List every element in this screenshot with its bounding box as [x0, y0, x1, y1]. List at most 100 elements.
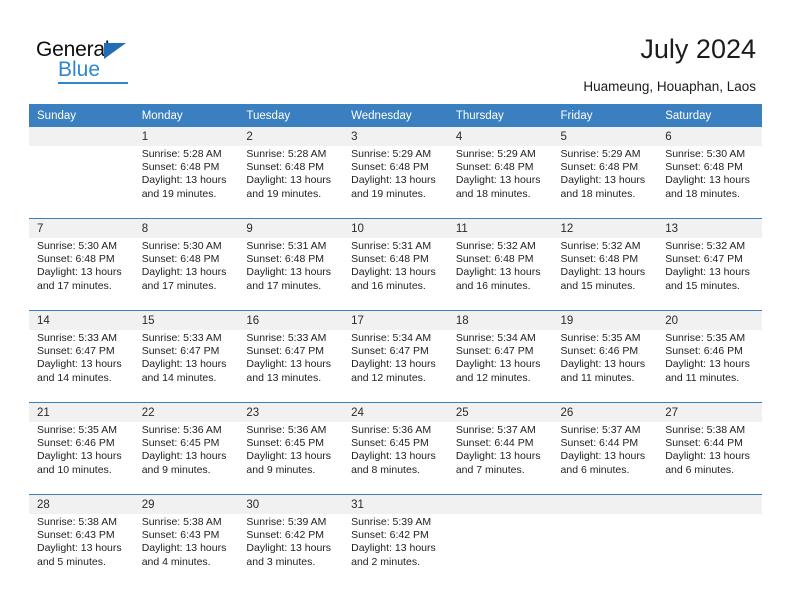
day-cell[interactable]: Sunrise: 5:38 AM Sunset: 6:43 PM Dayligh… [133, 514, 239, 586]
sunset-text: Sunset: 6:47 PM [665, 253, 743, 266]
day-cell[interactable]: Sunrise: 5:36 AM Sunset: 6:45 PM Dayligh… [133, 422, 239, 495]
day-cell[interactable] [29, 146, 134, 219]
day-cell[interactable]: Sunrise: 5:29 AM Sunset: 6:48 PM Dayligh… [447, 146, 553, 219]
calendar-body: 1 2 3 4 5 6 Sunrise: 5:28 AM Sunset: 6:4… [29, 127, 762, 586]
day-cell[interactable]: Sunrise: 5:30 AM Sunset: 6:48 PM Dayligh… [29, 238, 134, 311]
day-number[interactable] [447, 494, 553, 514]
day-number[interactable]: 19 [552, 310, 658, 330]
daylight-text-line1: Daylight: 13 hours [665, 174, 750, 187]
daylight-text-line1: Daylight: 13 hours [455, 174, 541, 187]
day-cell[interactable]: Sunrise: 5:36 AM Sunset: 6:45 PM Dayligh… [343, 422, 448, 495]
sunset-text: Sunset: 6:46 PM [665, 345, 743, 358]
day-number[interactable]: 1 [133, 127, 239, 146]
day-number[interactable]: 29 [133, 494, 239, 514]
triangle-icon [104, 43, 126, 59]
day-number[interactable]: 21 [29, 402, 134, 422]
day-number[interactable] [552, 494, 658, 514]
day-cell[interactable]: Sunrise: 5:32 AM Sunset: 6:48 PM Dayligh… [447, 238, 553, 311]
day-cell[interactable]: Sunrise: 5:36 AM Sunset: 6:45 PM Dayligh… [238, 422, 344, 495]
day-cell[interactable]: Sunrise: 5:33 AM Sunset: 6:47 PM Dayligh… [133, 330, 239, 403]
sunset-text: Sunset: 6:47 PM [455, 345, 534, 358]
day-cell[interactable]: Sunrise: 5:29 AM Sunset: 6:48 PM Dayligh… [343, 146, 448, 219]
day-number[interactable]: 23 [238, 402, 344, 422]
sunset-text: Sunset: 6:48 PM [246, 253, 325, 266]
day-number[interactable]: 8 [133, 218, 239, 238]
day-number[interactable]: 5 [552, 127, 658, 146]
day-number[interactable]: 7 [29, 218, 134, 238]
sunset-text: Sunset: 6:47 PM [246, 345, 325, 358]
day-cell[interactable]: Sunrise: 5:29 AM Sunset: 6:48 PM Dayligh… [552, 146, 658, 219]
day-number[interactable]: 3 [343, 127, 448, 146]
day-cell[interactable]: Sunrise: 5:30 AM Sunset: 6:48 PM Dayligh… [133, 238, 239, 311]
week-1-daynumber-row: 1 2 3 4 5 6 [29, 127, 762, 146]
day-number[interactable]: 27 [657, 402, 762, 422]
sunset-text: Sunset: 6:44 PM [665, 437, 743, 450]
day-cell[interactable]: Sunrise: 5:35 AM Sunset: 6:46 PM Dayligh… [552, 330, 658, 403]
sunrise-text: Sunrise: 5:33 AM [141, 332, 222, 344]
logo-underline [58, 82, 128, 84]
day-cell[interactable]: Sunrise: 5:37 AM Sunset: 6:44 PM Dayligh… [447, 422, 553, 495]
daylight-text-line1: Daylight: 13 hours [246, 542, 332, 555]
daylight-text-line2: and 6 minutes. [665, 463, 735, 476]
day-number[interactable]: 2 [238, 127, 344, 146]
day-number[interactable]: 20 [657, 310, 762, 330]
day-cell-empty [447, 514, 553, 586]
day-number[interactable]: 14 [29, 310, 134, 330]
day-number[interactable]: 30 [238, 494, 344, 514]
sunrise-text: Sunrise: 5:35 AM [37, 424, 117, 436]
day-number[interactable]: 12 [552, 218, 658, 238]
day-cell[interactable]: Sunrise: 5:35 AM Sunset: 6:46 PM Dayligh… [29, 422, 134, 495]
day-cell[interactable]: Sunrise: 5:38 AM Sunset: 6:43 PM Dayligh… [29, 514, 134, 586]
day-number[interactable]: 16 [238, 310, 344, 330]
sunrise-text: Sunrise: 5:31 AM [246, 240, 327, 252]
day-number[interactable]: 17 [343, 310, 448, 330]
day-number[interactable]: 9 [238, 218, 344, 238]
daylight-text-line1: Daylight: 13 hours [560, 266, 646, 279]
day-number[interactable]: 24 [343, 402, 448, 422]
day-number[interactable]: 10 [343, 218, 448, 238]
day-number[interactable]: 15 [133, 310, 239, 330]
sunset-text: Sunset: 6:48 PM [351, 161, 429, 174]
day-number[interactable]: 4 [447, 127, 553, 146]
daylight-text-line1: Daylight: 13 hours [351, 174, 436, 187]
day-cell[interactable]: Sunrise: 5:32 AM Sunset: 6:48 PM Dayligh… [552, 238, 658, 311]
sunset-text: Sunset: 6:48 PM [455, 253, 534, 266]
day-number[interactable]: 6 [657, 127, 762, 146]
day-number[interactable]: 22 [133, 402, 239, 422]
day-number[interactable]: 18 [447, 310, 553, 330]
weekday-header-row: Sunday Monday Tuesday Wednesday Thursday… [29, 104, 762, 127]
day-number[interactable]: 11 [447, 218, 553, 238]
daylight-text-line1: Daylight: 13 hours [37, 266, 122, 279]
day-number[interactable]: 13 [657, 218, 762, 238]
day-number[interactable]: 28 [29, 494, 134, 514]
day-number[interactable]: 25 [447, 402, 553, 422]
day-cell[interactable]: Sunrise: 5:28 AM Sunset: 6:48 PM Dayligh… [133, 146, 239, 219]
daylight-text-line2: and 12 minutes. [351, 371, 426, 384]
day-number[interactable]: 26 [552, 402, 658, 422]
sunset-text: Sunset: 6:48 PM [560, 253, 639, 266]
day-cell[interactable]: Sunrise: 5:34 AM Sunset: 6:47 PM Dayligh… [343, 330, 448, 403]
day-cell[interactable]: Sunrise: 5:31 AM Sunset: 6:48 PM Dayligh… [343, 238, 448, 311]
week-4-daynumber-row: 21 22 23 24 25 26 27 [29, 402, 762, 422]
day-cell[interactable]: Sunrise: 5:33 AM Sunset: 6:47 PM Dayligh… [238, 330, 344, 403]
day-cell[interactable]: Sunrise: 5:30 AM Sunset: 6:48 PM Dayligh… [657, 146, 762, 219]
daylight-text-line2: and 17 minutes. [246, 279, 322, 292]
day-cell[interactable]: Sunrise: 5:28 AM Sunset: 6:48 PM Dayligh… [238, 146, 344, 219]
day-cell[interactable]: Sunrise: 5:37 AM Sunset: 6:44 PM Dayligh… [552, 422, 658, 495]
day-number[interactable]: 31 [343, 494, 448, 514]
day-cell[interactable]: Sunrise: 5:38 AM Sunset: 6:44 PM Dayligh… [657, 422, 762, 495]
day-cell[interactable]: Sunrise: 5:39 AM Sunset: 6:42 PM Dayligh… [238, 514, 344, 586]
calendar-grid: Sunday Monday Tuesday Wednesday Thursday… [29, 104, 762, 586]
day-number[interactable] [29, 127, 134, 146]
day-number[interactable] [657, 494, 762, 514]
day-cell[interactable]: Sunrise: 5:31 AM Sunset: 6:48 PM Dayligh… [238, 238, 344, 311]
day-cell[interactable]: Sunrise: 5:34 AM Sunset: 6:47 PM Dayligh… [447, 330, 553, 403]
daylight-text-line2: and 14 minutes. [37, 371, 112, 384]
day-cell[interactable]: Sunrise: 5:35 AM Sunset: 6:46 PM Dayligh… [657, 330, 762, 403]
sunrise-text: Sunrise: 5:38 AM [37, 516, 117, 528]
day-cell[interactable]: Sunrise: 5:39 AM Sunset: 6:42 PM Dayligh… [343, 514, 448, 586]
sunrise-text: Sunrise: 5:37 AM [560, 424, 641, 436]
day-cell[interactable]: Sunrise: 5:33 AM Sunset: 6:47 PM Dayligh… [29, 330, 134, 403]
day-cell[interactable]: Sunrise: 5:32 AM Sunset: 6:47 PM Dayligh… [657, 238, 762, 311]
sunrise-text: Sunrise: 5:35 AM [560, 332, 641, 344]
